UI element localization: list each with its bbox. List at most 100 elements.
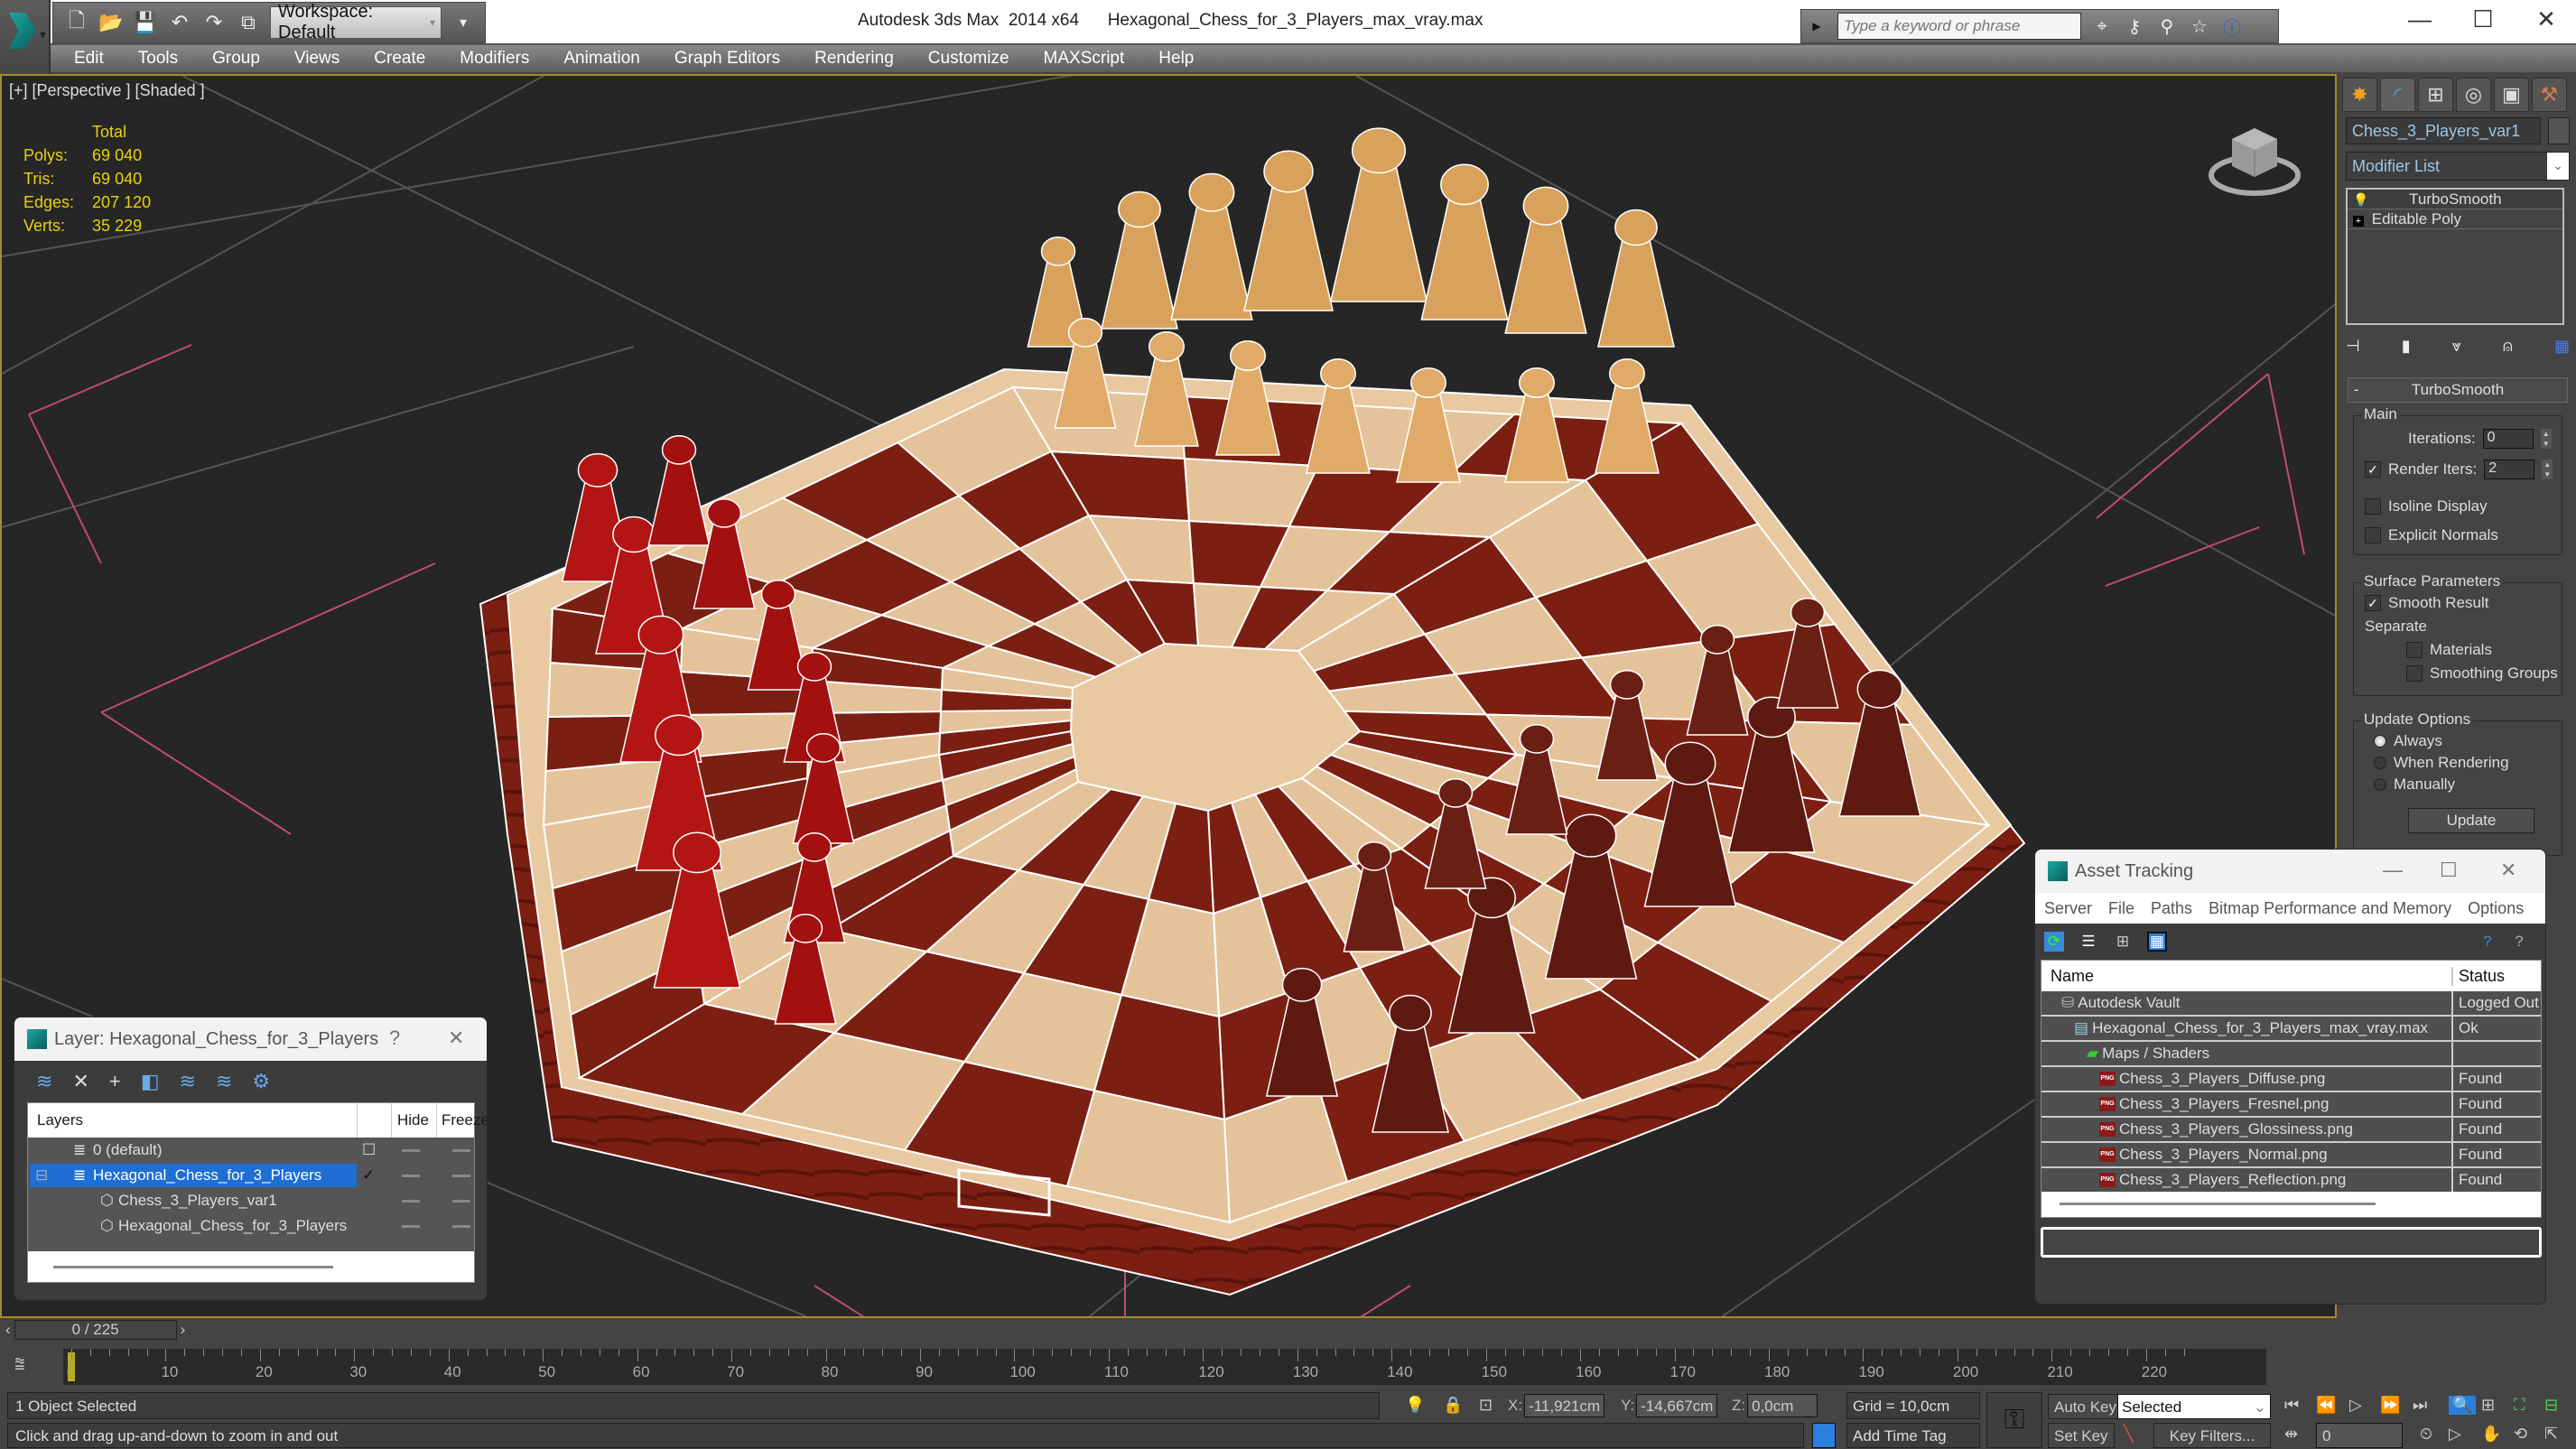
new-file-icon[interactable]: 🗋 [64, 9, 89, 35]
key-icon[interactable]: ⚷ [2123, 15, 2146, 38]
hide-toggle[interactable] [402, 1224, 420, 1228]
vault-help-icon[interactable]: ? [2478, 932, 2497, 952]
help-icon[interactable]: ⓘ [2220, 14, 2244, 40]
horizontal-scrollbar[interactable] [28, 1251, 474, 1282]
current-layer-toggle[interactable]: ☐ [362, 1141, 376, 1159]
go-to-start-icon[interactable]: ⏮ [2284, 1396, 2299, 1415]
zoom-extents-icon[interactable]: ⛶ [2514, 1396, 2525, 1415]
lightbulb-icon[interactable]: 💡 [2353, 192, 2368, 207]
stack-item-editable-poly[interactable]: + Editable Poly [2348, 209, 2562, 229]
dialog-title-bar[interactable]: Asset Tracking — ☐ ✕ [2035, 850, 2545, 893]
iterations-spinner[interactable]: ▲ ▼ [2540, 429, 2552, 449]
previous-key-icon[interactable]: ⏪ [2316, 1396, 2336, 1415]
go-to-end-icon[interactable]: ⏭ [2413, 1396, 2427, 1415]
menu-maxscript[interactable]: MAXScript [1027, 45, 1142, 72]
menu-group[interactable]: Group [195, 45, 277, 72]
object-name-field[interactable]: Chess_3_Players_var1 [2346, 117, 2541, 144]
zoom-extents-all-icon[interactable]: ⊟ [2544, 1396, 2558, 1415]
next-key-icon[interactable]: ⏩ [2380, 1396, 2400, 1415]
toolbar-options-icon[interactable]: ▾ [451, 10, 476, 35]
key-mode-icon[interactable]: ╲ [2124, 1425, 2134, 1444]
hide-toggle[interactable] [402, 1199, 420, 1203]
turbosmooth-rollout-header[interactable]: - TurboSmooth [2348, 377, 2568, 403]
delete-layer-icon[interactable]: ✕ [72, 1070, 88, 1093]
time-config-icon[interactable]: ⏲ [2420, 1425, 2432, 1444]
play-icon[interactable]: ▷ [2349, 1396, 2362, 1415]
render-iters-checkbox[interactable]: ✓ [2365, 461, 2381, 478]
freeze-toggle[interactable] [452, 1199, 470, 1203]
isolate-icon[interactable]: 💡 [1405, 1396, 1425, 1415]
asset-row[interactable]: PNG Chess_3_Players_Normal.png Found [2041, 1143, 2541, 1168]
open-file-icon[interactable]: 📂 [98, 10, 124, 35]
render-iters-spinner[interactable]: ▲ ▼ [2542, 460, 2553, 479]
expand-arrow-icon[interactable]: ▶ [1805, 20, 1828, 33]
freeze-toggle[interactable] [452, 1148, 470, 1152]
column-layers[interactable]: Layers [37, 1111, 83, 1129]
key-selection-dropdown[interactable]: Selected ⌄ [2117, 1394, 2271, 1419]
horizontal-scrollbar[interactable] [2041, 1192, 2541, 1217]
menu-file[interactable]: File [2108, 899, 2134, 918]
modifier-list-dropdown[interactable]: Modifier List ⌄ [2346, 152, 2570, 181]
column-name[interactable]: Name [2041, 966, 2453, 986]
update-manually-option[interactable]: Manually [2374, 776, 2455, 794]
stack-item-turbosmooth[interactable]: 💡 TurboSmooth [2348, 190, 2562, 209]
menu-paths[interactable]: Paths [2151, 899, 2192, 918]
create-tab[interactable]: ✸ [2342, 78, 2377, 112]
table-view-icon[interactable]: ▦ [2147, 932, 2167, 952]
z-input[interactable]: 0,0cm [1747, 1394, 1818, 1417]
undo-icon[interactable]: ↶ [167, 10, 192, 35]
menu-modifiers[interactable]: Modifiers [442, 45, 546, 72]
menu-customize[interactable]: Customize [911, 45, 1027, 72]
prev-frame-icon[interactable]: ‹ [5, 1321, 11, 1339]
create-layer-icon[interactable]: ≋ [36, 1070, 52, 1093]
menu-tools[interactable]: Tools [121, 45, 195, 72]
menu-views[interactable]: Views [277, 45, 357, 72]
asset-row[interactable]: PNG Chess_3_Players_Diffuse.png Found [2041, 1067, 2541, 1092]
modify-tab[interactable]: ◜ [2380, 78, 2415, 112]
add-time-tag-button[interactable]: Add Time Tag [1846, 1423, 1980, 1448]
asset-row[interactable]: ▰ Maps / Shaders [2041, 1042, 2541, 1067]
materials-checkbox[interactable] [2406, 642, 2423, 658]
hide-toggle[interactable] [402, 1174, 420, 1177]
radio-selected[interactable] [2374, 735, 2386, 748]
zoom-icon[interactable]: 🔍 [2449, 1396, 2477, 1415]
dialog-title-bar[interactable]: Layer: Hexagonal_Chess_for_3_Players ? ✕ [14, 1017, 487, 1061]
select-objects-icon[interactable]: ◧ [141, 1070, 160, 1093]
menu-create[interactable]: Create [357, 45, 442, 72]
x-input[interactable]: -11,921cm [1524, 1394, 1605, 1417]
set-key-button[interactable]: Set Key [2048, 1423, 2115, 1448]
smoothing-groups-checkbox[interactable] [2406, 665, 2423, 682]
key-filters-button[interactable]: Key Filters... [2153, 1423, 2271, 1448]
redo-icon[interactable]: ↷ [201, 10, 227, 35]
explicit-normals-checkbox[interactable] [2365, 527, 2381, 543]
minimize-button[interactable]: — [2393, 5, 2447, 38]
maximize-button[interactable]: ☐ [2440, 859, 2458, 882]
collapse-icon[interactable]: ⊟ [35, 1166, 48, 1184]
isoline-checkbox[interactable] [2365, 498, 2381, 515]
minimize-button[interactable]: — [2383, 859, 2403, 882]
freeze-toggle[interactable] [452, 1174, 470, 1177]
curve-editor-icon[interactable]: ⩰ [14, 1354, 25, 1375]
close-button[interactable]: ✕ [448, 1026, 464, 1050]
project-folder-icon[interactable]: ⧉ [236, 10, 261, 35]
remove-modifier-icon[interactable]: ⍝ [2503, 337, 2513, 356]
asset-row[interactable]: PNG Chess_3_Players_Reflection.png Found [2041, 1168, 2541, 1194]
time-slider-thumb[interactable]: 0 / 225 [14, 1320, 177, 1340]
time-slider[interactable]: ‹ 0 / 225 › [0, 1320, 206, 1340]
layer-row[interactable]: Hexagonal_Chess_for_3_Players ⊟ ≣ ✓ [28, 1163, 474, 1188]
layer-row[interactable]: ≣ 0 (default) ☐ [28, 1138, 474, 1163]
show-end-result-icon[interactable]: ▮ [2402, 337, 2411, 356]
freeze-toggle[interactable] [452, 1224, 470, 1228]
menu-bitmap-performance[interactable]: Bitmap Performance and Memory [2209, 899, 2451, 918]
menu-edit[interactable]: Edit [51, 45, 121, 72]
radio[interactable] [2374, 757, 2386, 769]
y-input[interactable]: -14,667cm [1636, 1394, 1718, 1417]
render-iters-input[interactable]: 2 [2484, 460, 2535, 479]
close-button[interactable]: ✕ [2519, 5, 2573, 38]
select-layer-icon[interactable]: ≋ [180, 1070, 196, 1093]
highlight-layer-icon[interactable]: ≋ [216, 1070, 232, 1093]
asset-path-field[interactable] [2041, 1227, 2542, 1258]
search-input[interactable] [1837, 13, 2081, 40]
update-button[interactable]: Update [2408, 808, 2534, 833]
radio[interactable] [2374, 778, 2386, 791]
